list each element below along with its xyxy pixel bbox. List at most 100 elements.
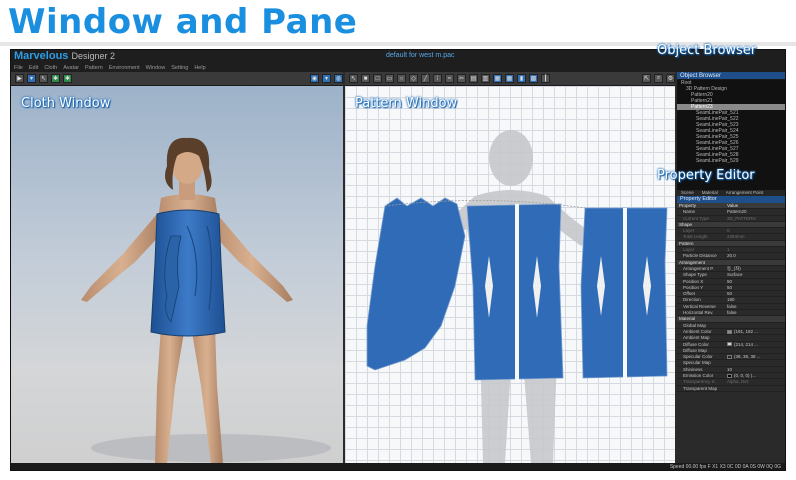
texture-icon[interactable]: ▦	[493, 74, 502, 83]
property-value: Alpha, Det	[727, 379, 785, 384]
rectangle-icon[interactable]: ▭	[385, 74, 394, 83]
slide-title: Window and Pane	[8, 2, 358, 42]
zoom-icon[interactable]: ⌕	[654, 74, 663, 83]
property-value	[727, 335, 785, 340]
ruler-icon[interactable]: ┃	[541, 74, 550, 83]
menu-help[interactable]: Help	[194, 64, 205, 72]
property-editor-header: Property Editor	[677, 196, 785, 203]
property-value: Value	[727, 203, 785, 208]
property-key: Layer	[683, 247, 695, 253]
property-value-text: (214, 214 ...	[734, 341, 759, 347]
menu-pattern[interactable]: Pattern	[85, 64, 103, 72]
property-value-text: 10	[727, 366, 733, 372]
property-value: false	[727, 310, 785, 316]
property-key: Ambient Map	[683, 335, 710, 341]
property-key: Horizontal Rev.	[683, 310, 714, 316]
property-value: 50	[727, 278, 785, 284]
property-row[interactable]: Transparent Map	[677, 385, 785, 392]
color-swatch[interactable]	[727, 342, 732, 347]
pattern-toolbar: ↖ ■ □ ▭ ○ ◇ ╱ ⁞ ≈ ✂ ▤ ▥ ▦ ▦ ▮ ▩ ┃ ⇱ ⌕ ⚙	[345, 72, 675, 86]
dart-icon[interactable]: ◇	[409, 74, 418, 83]
pattern-window-label: Pattern Window	[355, 96, 458, 111]
property-key: Layer	[683, 228, 695, 234]
property-key: Arrangement P.	[683, 265, 714, 271]
menu-cloth[interactable]: Cloth	[44, 64, 57, 72]
menu-file[interactable]: File	[14, 64, 23, 72]
file-name: default for west m.pac	[386, 52, 455, 59]
property-value: (191, 182 ...	[727, 328, 785, 334]
circle-icon[interactable]: ○	[397, 74, 406, 83]
property-editor-pane[interactable]: Property Value Name Pattern20 Current Type 3D…	[677, 203, 785, 463]
transform-icon[interactable]: ↖	[349, 74, 358, 83]
pattern-window-viewport[interactable]: Pattern Window	[345, 86, 675, 463]
property-value-text: (191, 182 ...	[734, 328, 759, 334]
object-browser-label: Object Browser	[657, 43, 757, 58]
uv-icon[interactable]: ▦	[505, 74, 514, 83]
property-value	[727, 316, 785, 321]
property-value	[727, 260, 785, 265]
cloth-toolbar: ▶ ▾ ↖ ✱ ✱ ◉ ▾ ◍	[11, 72, 343, 86]
menu-bar: File Edit Cloth Avatar Pattern Environme…	[11, 64, 785, 72]
cloth-view-icon[interactable]: ▾	[322, 74, 331, 83]
property-key: Global Map	[683, 322, 707, 328]
pin-icon[interactable]: ✱	[51, 74, 60, 83]
property-key: Offset	[683, 291, 695, 297]
property-editor-label: Property Editor	[657, 168, 755, 183]
property-key: Specular Color	[683, 354, 713, 360]
property-value-text: false	[727, 303, 737, 309]
property-key: Arrangement	[679, 259, 706, 265]
free-sew-icon[interactable]: ≈	[445, 74, 454, 83]
menu-edit[interactable]: Edit	[29, 64, 38, 72]
property-value-text: 50	[727, 278, 733, 284]
shirt-icon[interactable]: ▾	[27, 74, 36, 83]
avatar-view-icon[interactable]: ◉	[310, 74, 319, 83]
status-bar: Speed 00.00 fps F X1 X3 0C 0D 0A 0S 0W 0…	[11, 463, 785, 470]
property-value: 20.0	[727, 253, 785, 259]
tree-item[interactable]: SeamLinePair_529	[677, 158, 785, 164]
edit-point-icon[interactable]: ■	[361, 74, 370, 83]
settings-icon[interactable]: ⚙	[666, 74, 675, 83]
property-value: 180	[727, 297, 785, 303]
property-value	[727, 241, 785, 246]
pleat-icon[interactable]: ▮	[517, 74, 526, 83]
polygon-icon[interactable]: □	[373, 74, 382, 83]
tack-icon[interactable]: ✱	[63, 74, 72, 83]
property-key: Direction	[683, 297, 701, 303]
segment-sew-icon[interactable]: ⁞	[433, 74, 442, 83]
property-key: Diffuse Map	[683, 347, 707, 353]
property-key: Transparency S.	[683, 379, 716, 385]
property-key: Transparent Map	[683, 385, 718, 391]
export-icon[interactable]: ⇱	[642, 74, 651, 83]
tape-icon[interactable]: ▤	[469, 74, 478, 83]
color-swatch[interactable]	[727, 329, 732, 334]
play-icon[interactable]: ▶	[15, 74, 24, 83]
property-value-text: 50	[727, 291, 733, 297]
cloth-window-viewport[interactable]: Cloth Window	[11, 86, 343, 463]
pattern-piece-left[interactable]	[366, 197, 466, 371]
property-value: Pattern20	[727, 209, 785, 214]
edit-sew-icon[interactable]: ✂	[457, 74, 466, 83]
color-swatch[interactable]	[727, 354, 732, 359]
property-value-text: Value	[727, 203, 739, 208]
property-value: false	[727, 303, 785, 309]
property-key: Specular Map	[683, 360, 711, 366]
texture-view-icon[interactable]: ◍	[334, 74, 343, 83]
grid-toggle-icon[interactable]: ▩	[529, 74, 538, 83]
fold-icon[interactable]: ▥	[481, 74, 490, 83]
property-value-text: 3D_PATTERN	[727, 215, 756, 221]
property-value-text: false	[727, 310, 737, 316]
color-swatch[interactable]	[727, 373, 732, 378]
property-value-text: 50	[727, 284, 733, 290]
menu-setting[interactable]: Setting	[171, 64, 188, 72]
select-icon[interactable]: ↖	[39, 74, 48, 83]
internal-line-icon[interactable]: ╱	[421, 74, 430, 83]
property-value-text: (0, 0, 0) (...	[734, 373, 757, 379]
property-value: 50	[727, 291, 785, 297]
property-value: 10	[727, 366, 785, 372]
menu-window[interactable]: Window	[146, 64, 166, 72]
property-value-text: 20.0	[727, 253, 736, 259]
menu-environment[interactable]: Environment	[109, 64, 140, 72]
property-key: Total Length	[683, 234, 708, 240]
property-value-text: 180	[727, 297, 735, 303]
menu-avatar[interactable]: Avatar	[63, 64, 79, 72]
